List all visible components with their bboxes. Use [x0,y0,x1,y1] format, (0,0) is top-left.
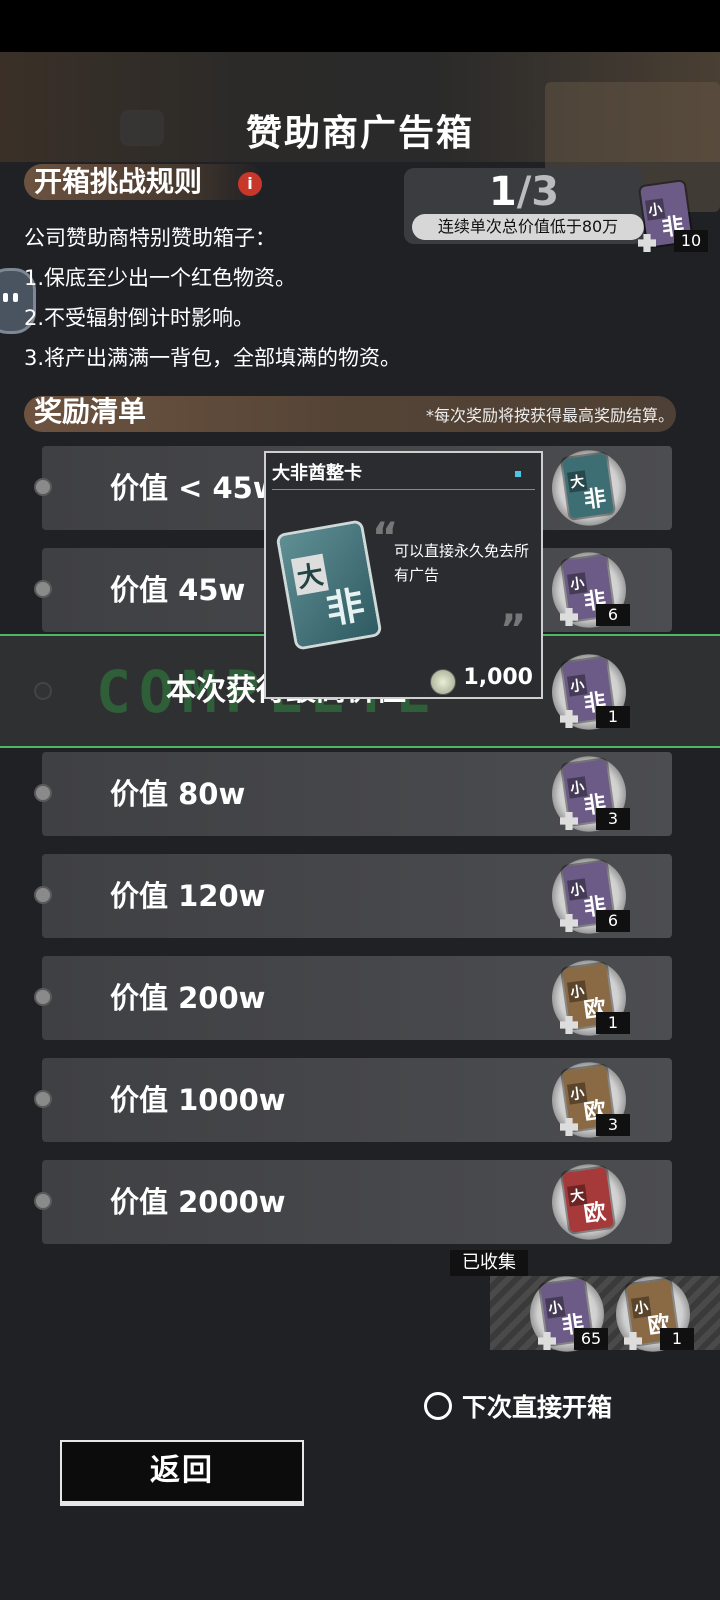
progress-condition: 连续单次总价值低于80万 [412,214,644,240]
status-bar [0,0,720,52]
progress-total: /3 [516,169,560,215]
reward-value-label: 价值 1000w [110,1083,286,1117]
reward-card[interactable]: 大欧 [552,1164,626,1240]
rules-title: 开箱挑战规则 [34,165,203,198]
page-title: 赞助商广告箱 [245,113,474,154]
rules-line: 3.将产出满满一背包，全部填满的物资。 [24,346,402,370]
card-count: 65 [574,1328,608,1350]
popup-corner-marker [515,471,521,477]
direct-open-label[interactable]: 下次直接开箱 [462,1388,612,1424]
rules-line: 1.保底至少出一个红色物资。 [24,266,297,290]
card-illustration: 大 非 [278,522,380,648]
progress-current: 1 [488,169,517,215]
rules-text: 公司赞助商特别赞助箱子： 1.保底至少出一个红色物资。 2.不受辐射倒计时影响。… [24,218,401,378]
reward-value-label: 价值 < 45w [110,471,280,505]
direct-open-checkbox[interactable] [424,1392,452,1420]
rules-line: 公司赞助商特别赞助箱子： [24,226,276,250]
item-detail-popup: 大非酋整卡 大 非 “ 可以直接永久免去所有广告 ” 1,000 [264,451,543,699]
reward-value-label: 价值 45w [110,573,246,607]
card-count: 1 [596,706,630,728]
card-count: 3 [596,808,630,830]
header-banner: 赞助商广告箱 [0,52,720,212]
row-bullet [34,580,52,598]
popup-price: 1,000 [463,665,533,690]
reward-value-label: 价值 2000w [110,1185,286,1219]
rewards-note: *每次奖励将按获得最高奖励结算。 [425,406,674,425]
back-button[interactable]: 返回 [60,1440,304,1506]
reward-value-label: 价值 120w [110,879,266,913]
card-count: 6 [596,910,630,932]
progress-reward-card[interactable]: 小 非 10 [630,178,708,254]
row-bullet [34,1192,52,1210]
collected-card[interactable]: 小欧 1 [616,1276,694,1352]
quote-close-icon: ” [500,607,527,653]
rules-line: 2.不受辐射倒计时影响。 [24,306,255,330]
card-count: 10 [674,230,708,252]
popup-description: 可以直接永久免去所有广告 [394,542,530,584]
reward-card[interactable]: 小欧 1 [552,960,630,1036]
collected-label: 已收集 [450,1250,528,1276]
collected-card[interactable]: 小非 65 [530,1276,608,1352]
row-bullet [34,886,52,904]
card-count: 1 [596,1012,630,1034]
coin-icon [430,669,456,695]
reward-card[interactable]: 小非 6 [552,858,630,934]
row-bullet [34,682,52,700]
card-count: 3 [596,1114,630,1136]
row-bullet [34,1090,52,1108]
reward-value-label: 价值 80w [110,777,246,811]
card-icon: 大非 [562,453,614,519]
card-count: 1 [660,1328,694,1350]
progress-counter: 1/3 [404,168,644,216]
reward-value-label: 价值 200w [110,981,266,1015]
reward-card[interactable]: 大非 [552,450,626,526]
rewards-title: 奖励清单 [34,395,147,428]
row-bullet [34,478,52,496]
collected-panel: 小非 65 小欧 1 [490,1276,720,1352]
reward-card[interactable]: 小非 1 [552,654,630,730]
row-bullet [34,784,52,802]
reward-card[interactable]: 小欧 3 [552,1062,630,1138]
card-count: 6 [596,604,630,626]
popup-title: 大非酋整卡 [272,459,535,490]
info-icon[interactable]: i [238,172,262,196]
reward-card[interactable]: 小非 6 [552,552,630,628]
challenge-progress: 1/3 连续单次总价值低于80万 [404,168,644,244]
reward-card[interactable]: 小非 3 [552,756,630,832]
row-bullet [34,988,52,1006]
card-icon: 大欧 [562,1167,614,1233]
